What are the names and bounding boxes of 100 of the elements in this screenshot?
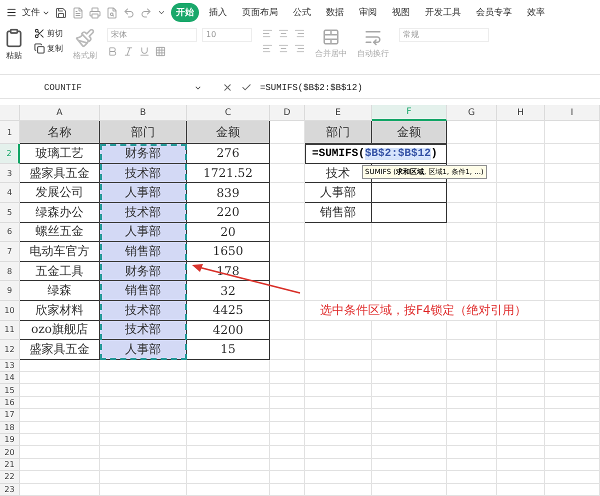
row-header[interactable]: 5 bbox=[0, 202, 20, 223]
row-header[interactable]: 20 bbox=[0, 446, 20, 459]
cancel-icon[interactable] bbox=[222, 82, 233, 94]
column-header[interactable]: I bbox=[545, 105, 600, 122]
row-header[interactable]: 8 bbox=[0, 262, 20, 282]
print-icon[interactable] bbox=[89, 6, 101, 19]
table-cell: 4425 bbox=[187, 300, 270, 321]
table-cell: 绿森 bbox=[20, 281, 100, 301]
table-cell: 技术部 bbox=[100, 300, 187, 321]
header-cell: 金额 bbox=[372, 121, 447, 144]
row-header[interactable]: 15 bbox=[0, 384, 20, 397]
table-cell: 技术部 bbox=[100, 164, 187, 184]
table-cell: 人事部 bbox=[100, 183, 187, 203]
table-cell: 财务部 bbox=[100, 262, 187, 282]
file-menu[interactable]: 文件 bbox=[22, 6, 50, 20]
row-header[interactable]: 12 bbox=[0, 340, 20, 360]
undo-icon[interactable] bbox=[123, 6, 135, 19]
paintbrush-icon bbox=[75, 28, 95, 48]
formula-field[interactable]: =SUMIFS($B$2:$B$12) bbox=[260, 82, 363, 93]
bold-icon[interactable] bbox=[107, 46, 118, 57]
table-cell: 玻璃工艺 bbox=[20, 144, 100, 164]
table-cell: 15 bbox=[187, 340, 270, 360]
table-cell: 财务部 bbox=[100, 144, 187, 164]
menu-tab[interactable]: 公式 bbox=[288, 3, 316, 22]
table-cell: 欣家材料 bbox=[20, 300, 100, 321]
row-header[interactable]: 18 bbox=[0, 422, 20, 434]
save-icon[interactable] bbox=[55, 6, 67, 19]
table-cell: 销售部 bbox=[305, 202, 372, 223]
menu-tab[interactable]: 页面布局 bbox=[237, 3, 283, 22]
row-header[interactable]: 13 bbox=[0, 360, 20, 372]
column-header[interactable]: G bbox=[447, 105, 497, 122]
row-header[interactable]: 10 bbox=[0, 300, 20, 321]
header-cell: 金额 bbox=[187, 121, 270, 144]
row-header[interactable]: 9 bbox=[0, 281, 20, 301]
table-cell: 32 bbox=[187, 281, 270, 301]
row-header[interactable]: 17 bbox=[0, 409, 20, 422]
row-header[interactable]: 4 bbox=[0, 183, 20, 203]
row-header[interactable]: 23 bbox=[0, 484, 20, 496]
row-header[interactable]: 16 bbox=[0, 396, 20, 410]
header-cell: 部门 bbox=[100, 121, 187, 144]
table-cell: 839 bbox=[187, 183, 270, 203]
menu-tab[interactable]: 视图 bbox=[387, 3, 415, 22]
row-header[interactable]: 1 bbox=[0, 121, 20, 144]
select-all-corner[interactable] bbox=[0, 105, 20, 122]
menu-icon[interactable] bbox=[6, 7, 17, 18]
table-cell: 技术部 bbox=[100, 202, 187, 223]
table-cell: 1721.52 bbox=[187, 164, 270, 184]
menu-tab[interactable]: 审阅 bbox=[354, 3, 382, 22]
row-header[interactable]: 14 bbox=[0, 372, 20, 384]
table-cell: 五金工具 bbox=[20, 262, 100, 282]
column-header[interactable]: D bbox=[270, 105, 305, 122]
align-right-icon[interactable] bbox=[294, 42, 305, 54]
row-header[interactable]: 7 bbox=[0, 242, 20, 262]
menu-tab[interactable]: 数据 bbox=[321, 3, 349, 22]
table-cell: 发展公司 bbox=[20, 183, 100, 203]
document-icon[interactable] bbox=[72, 6, 84, 19]
table-cell: 人事部 bbox=[100, 340, 187, 360]
copy-button[interactable]: 复制 bbox=[34, 42, 63, 54]
align-left-icon[interactable] bbox=[262, 42, 273, 54]
row-header[interactable]: 11 bbox=[0, 320, 20, 340]
copy-icon bbox=[34, 42, 45, 54]
cell-editor[interactable]: =SUMIFS($B$2:$B$12) bbox=[305, 144, 447, 164]
column-header[interactable]: H bbox=[497, 105, 545, 122]
underline-icon[interactable] bbox=[139, 46, 150, 57]
table-cell: 螺丝五金 bbox=[20, 222, 100, 242]
merge-cells-icon bbox=[322, 28, 340, 46]
row-header[interactable]: 22 bbox=[0, 471, 20, 484]
column-header[interactable]: A bbox=[20, 105, 100, 122]
scissors-icon bbox=[34, 28, 45, 39]
column-header[interactable]: E bbox=[305, 105, 372, 122]
row-header[interactable]: 19 bbox=[0, 434, 20, 446]
menu-tab[interactable]: 插入 bbox=[204, 3, 232, 22]
redo-icon[interactable] bbox=[140, 6, 152, 19]
italic-icon[interactable] bbox=[123, 46, 134, 57]
table-cell: 盛家具五金 bbox=[20, 164, 100, 184]
paste-button[interactable]: 粘贴 bbox=[4, 28, 24, 61]
menu-tab[interactable]: 会员专享 bbox=[471, 3, 517, 22]
table-cell: ozo旗舰店 bbox=[20, 320, 100, 340]
name-box[interactable]: COUNTIF bbox=[20, 82, 210, 93]
row-header[interactable]: 21 bbox=[0, 458, 20, 472]
menu-tab[interactable]: 效率 bbox=[522, 3, 550, 22]
table-cell: 技术部 bbox=[100, 320, 187, 340]
borders-icon[interactable] bbox=[155, 46, 166, 57]
row-header[interactable]: 6 bbox=[0, 222, 20, 242]
table-cell: 20 bbox=[187, 222, 270, 242]
header-cell: 部门 bbox=[305, 121, 372, 144]
align-center-icon[interactable] bbox=[278, 42, 289, 54]
column-header[interactable]: C bbox=[187, 105, 270, 122]
table-cell: 4200 bbox=[187, 320, 270, 340]
cut-button[interactable]: 剪切 bbox=[34, 28, 63, 39]
clipboard-icon bbox=[4, 28, 24, 48]
column-header[interactable]: B bbox=[100, 105, 187, 122]
preview-icon[interactable] bbox=[106, 6, 118, 19]
table-cell: 绿森办公 bbox=[20, 202, 100, 223]
header-cell: 名称 bbox=[20, 121, 100, 144]
table-cell: 276 bbox=[187, 144, 270, 164]
table-cell: 销售部 bbox=[100, 281, 187, 301]
row-header[interactable]: 3 bbox=[0, 164, 20, 184]
table-cell: 1650 bbox=[187, 242, 270, 262]
menu-tab[interactable]: 开发工具 bbox=[420, 3, 466, 22]
